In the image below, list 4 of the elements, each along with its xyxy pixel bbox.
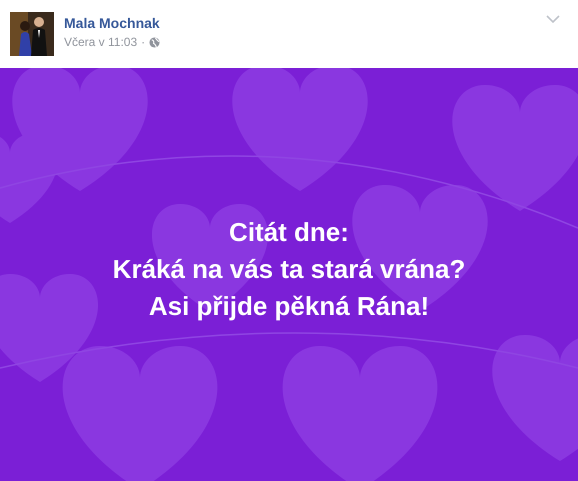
- author-name[interactable]: Mala Mochnak: [64, 15, 160, 31]
- globe-icon: [149, 36, 160, 48]
- quote-text: Citát dne: Kráká na vás ta stará vrána? Asi přijde pěkná Rána!: [112, 216, 466, 323]
- separator-dot: ·: [141, 35, 146, 49]
